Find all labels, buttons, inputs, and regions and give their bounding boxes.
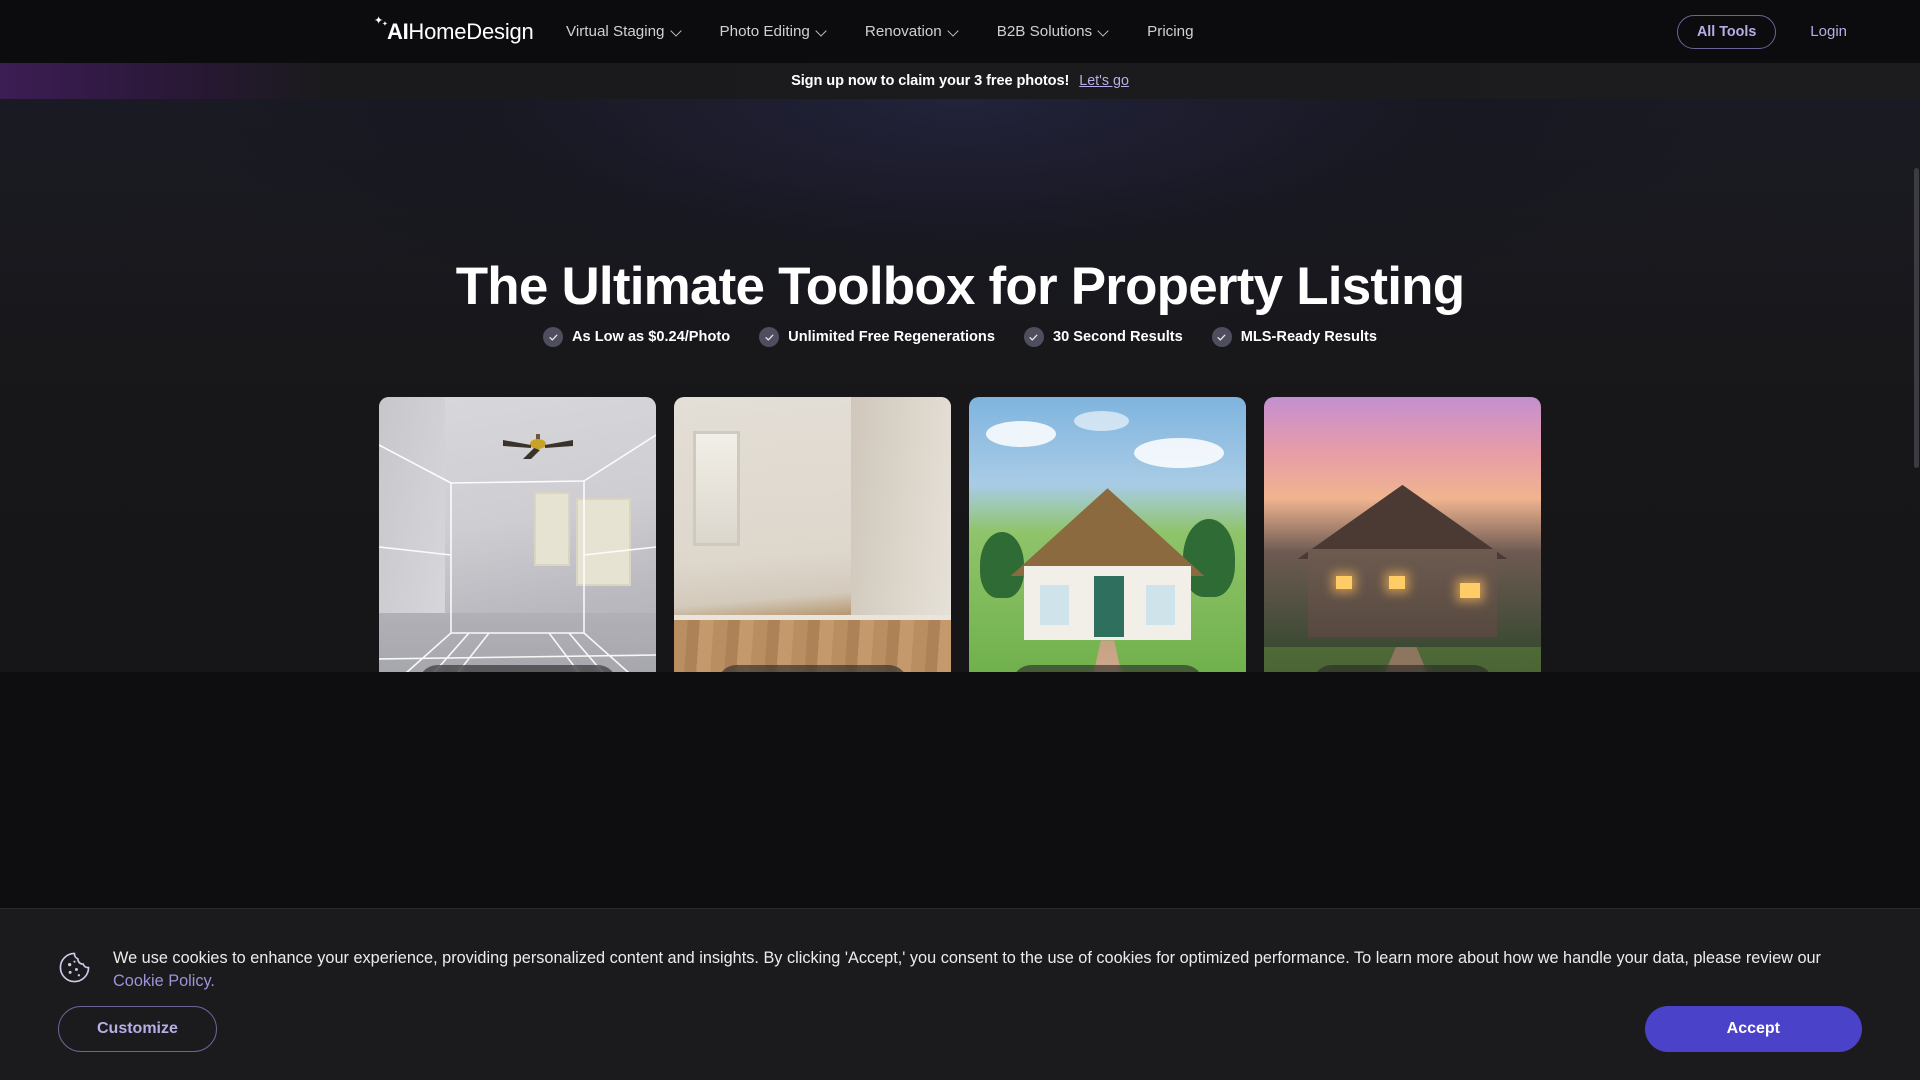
nav-item-photo-editing[interactable]: Photo Editing bbox=[720, 23, 826, 40]
nav-item-virtual-staging[interactable]: Virtual Staging bbox=[566, 23, 681, 40]
cookie-consent-banner: We use cookies to enhance your experienc… bbox=[0, 908, 1920, 1080]
chevron-down-icon bbox=[817, 27, 826, 36]
announcement-bar: Sign up now to claim your 3 free photos!… bbox=[0, 63, 1920, 99]
customize-cookies-button[interactable]: Customize bbox=[58, 1006, 217, 1052]
cookie-action-row: Customize Accept bbox=[58, 1006, 1862, 1052]
accept-cookies-button[interactable]: Accept bbox=[1644, 1006, 1862, 1052]
hero-feature-item: Unlimited Free Regenerations bbox=[759, 327, 995, 347]
nav-item-pricing[interactable]: Pricing bbox=[1147, 23, 1193, 40]
nav-label: Pricing bbox=[1147, 23, 1194, 40]
card-image-house-dusk bbox=[1264, 397, 1541, 672]
page-title: The Ultimate Toolbox for Property Listin… bbox=[455, 257, 1465, 316]
card-image-house-daylight bbox=[969, 397, 1246, 672]
try-virtual-staging-button[interactable]: Try Virtual Staging bbox=[417, 665, 618, 672]
try-enhancement-button[interactable]: Try Enhancement bbox=[1011, 665, 1204, 672]
nav-right-actions: All Tools Login bbox=[1676, 0, 1920, 63]
chevron-down-icon bbox=[672, 27, 681, 36]
nav-item-b2b-solutions[interactable]: B2B Solutions bbox=[997, 23, 1108, 40]
logo-home-text: Home bbox=[408, 18, 467, 44]
card-image-beige-room bbox=[674, 397, 951, 672]
top-navigation-bar: ✦ ✦ AI Home Design Virtual Staging Photo … bbox=[0, 0, 1920, 63]
site-logo[interactable]: ✦ ✦ AI Home Design bbox=[374, 14, 534, 45]
tool-card-item-removal[interactable]: Try Item Removal bbox=[674, 397, 951, 672]
check-circle-icon bbox=[543, 327, 563, 347]
announcement-cta-link[interactable]: Let's go bbox=[1079, 73, 1129, 89]
nav-links: Virtual Staging Photo Editing Renovation… bbox=[566, 0, 1194, 63]
check-circle-icon bbox=[759, 327, 780, 347]
announcement-text: Sign up now to claim your 3 free photos! bbox=[791, 73, 1070, 89]
hero-feature-item: As Low as $0.24/Photo bbox=[543, 327, 730, 347]
nav-label: B2B Solutions bbox=[996, 23, 1093, 40]
check-circle-icon bbox=[1211, 327, 1232, 347]
try-item-removal-button[interactable]: Try Item Removal bbox=[716, 665, 909, 672]
login-link[interactable]: Login bbox=[1810, 23, 1847, 40]
card-image-empty-room bbox=[379, 397, 656, 672]
hero-feature-label: 30 Second Results bbox=[1052, 329, 1183, 345]
cookie-icon bbox=[58, 951, 91, 984]
nav-label: Renovation bbox=[864, 23, 942, 40]
wireframe-overlay bbox=[379, 397, 656, 672]
all-tools-button[interactable]: All Tools bbox=[1676, 14, 1777, 49]
nav-label: Photo Editing bbox=[719, 23, 810, 40]
page-scrollbar[interactable] bbox=[1913, 0, 1920, 1080]
logo-ai-text: AI bbox=[387, 18, 409, 44]
hero-feature-label: Unlimited Free Regenerations bbox=[788, 329, 995, 345]
cookie-message-row: We use cookies to enhance your experienc… bbox=[58, 947, 1862, 993]
hero-feature-label: MLS-Ready Results bbox=[1240, 329, 1377, 345]
hero-feature-list: As Low as $0.24/Photo Unlimited Free Reg… bbox=[0, 327, 1920, 347]
scrollbar-thumb[interactable] bbox=[1914, 168, 1919, 468]
hero-section: The Ultimate Toolbox for Property Listin… bbox=[0, 99, 1920, 672]
tool-card-virtual-staging[interactable]: Try Virtual Staging bbox=[379, 397, 656, 672]
hero-feature-item: 30 Second Results bbox=[1023, 327, 1183, 347]
sparkle-icon: ✦ ✦ bbox=[374, 14, 388, 28]
tool-card-day-to-dusk[interactable]: Try Day to Dusk bbox=[1264, 397, 1541, 672]
cookie-message-text: We use cookies to enhance your experienc… bbox=[113, 947, 1862, 993]
nav-item-renovation[interactable]: Renovation bbox=[865, 23, 958, 40]
tool-card-enhancement[interactable]: Try Enhancement bbox=[969, 397, 1246, 672]
nav-label: Virtual Staging bbox=[566, 23, 665, 40]
try-day-to-dusk-button[interactable]: Try Day to Dusk bbox=[1311, 665, 1494, 672]
page-root: ✦ ✦ AI Home Design Virtual Staging Photo … bbox=[0, 0, 1920, 1080]
tool-card-grid: Try Virtual Staging Try Item Removal bbox=[379, 397, 1541, 672]
hero-feature-item: MLS-Ready Results bbox=[1211, 327, 1377, 347]
chevron-down-icon bbox=[949, 27, 958, 36]
hero-feature-label: As Low as $0.24/Photo bbox=[572, 329, 731, 345]
cookie-policy-link[interactable]: Cookie Policy. bbox=[113, 972, 215, 990]
cookie-body-text: We use cookies to enhance your experienc… bbox=[113, 949, 1821, 967]
check-circle-icon bbox=[1023, 327, 1044, 347]
chevron-down-icon bbox=[1099, 27, 1108, 36]
logo-design-text: Design bbox=[466, 18, 534, 44]
